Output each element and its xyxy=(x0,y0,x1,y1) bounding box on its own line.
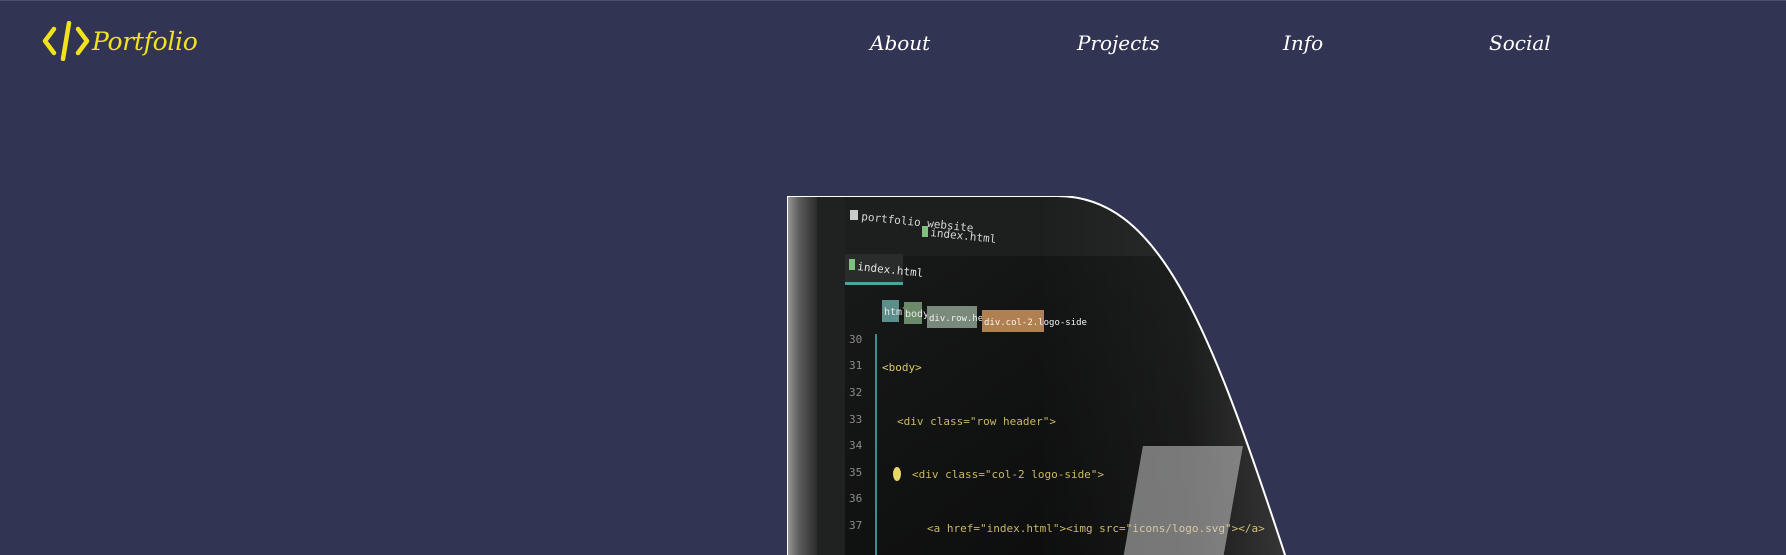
nav-info[interactable]: Info xyxy=(1283,31,1323,55)
line-num-30: 30 xyxy=(849,333,862,346)
breadcrumb-1: body xyxy=(905,309,929,320)
code-editor-photo: portfolio website index.html index.html … xyxy=(787,196,1287,555)
lightbulb-icon xyxy=(893,467,901,481)
hero-image: portfolio website index.html index.html … xyxy=(787,196,1287,555)
main-nav: About Projects Info Social xyxy=(0,31,1786,61)
page: Portfolio About Projects Info Social por… xyxy=(0,0,1786,555)
line-num-31: 31 xyxy=(849,359,862,372)
code-line-31: <body> xyxy=(882,361,922,374)
nav-about[interactable]: About xyxy=(870,31,930,55)
line-num-35: 35 xyxy=(849,466,862,479)
nav-social[interactable]: Social xyxy=(1489,31,1551,55)
nav-projects[interactable]: Projects xyxy=(1077,31,1160,55)
line-num-32: 32 xyxy=(849,386,862,399)
code-line-33: <div class="row header"> xyxy=(897,415,1056,428)
line-num-37: 37 xyxy=(849,519,862,532)
line-num-36: 36 xyxy=(849,492,862,505)
line-num-34: 34 xyxy=(849,439,863,452)
line-num-33: 33 xyxy=(849,413,862,426)
